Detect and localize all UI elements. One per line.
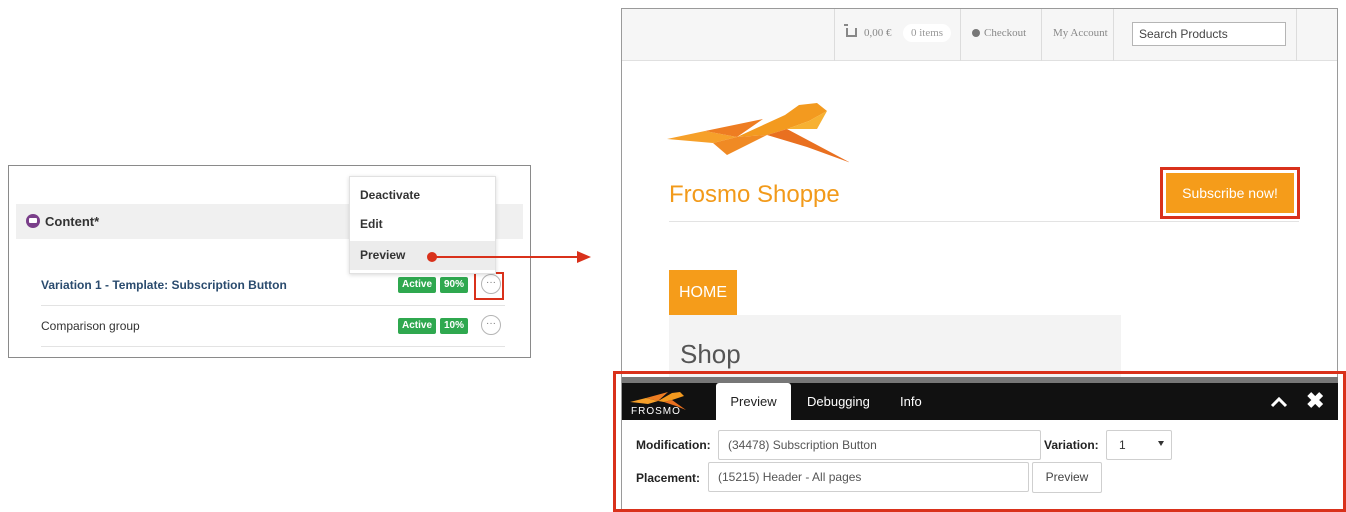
highlight-frame (613, 371, 1346, 512)
comparison-name: Comparison group (41, 319, 140, 333)
divider (834, 9, 835, 61)
status-badge: Active (398, 277, 437, 293)
checkout-icon (972, 29, 980, 37)
checkout-link[interactable]: Checkout (984, 27, 1026, 39)
percentage-badge: 10% (440, 318, 469, 334)
subscribe-button[interactable]: Subscribe now! (1166, 173, 1294, 213)
cart-icon[interactable] (844, 24, 857, 37)
divider (1041, 9, 1042, 61)
content-title: Content* (45, 214, 100, 229)
cart-items[interactable]: 0 items (903, 24, 952, 42)
actions-menu: Deactivate Edit Preview (349, 176, 496, 274)
content-panel: Content* Variation 1 - Template: Subscri… (8, 165, 531, 358)
divider (669, 221, 1299, 222)
divider (960, 9, 961, 61)
divider (1113, 9, 1114, 61)
shop-topbar: 0,00 € 0 items Checkout My Account Searc… (622, 9, 1337, 61)
more-options-button[interactable]: ··· (481, 315, 501, 335)
my-account-link[interactable]: My Account (1053, 27, 1108, 39)
content-icon (26, 214, 40, 228)
nav-home[interactable]: HOME (669, 270, 737, 315)
search-input[interactable]: Search Products (1132, 22, 1286, 46)
arrow-head-icon (577, 251, 591, 263)
cheetah-logo[interactable] (667, 101, 849, 163)
status-badge: Active (398, 318, 437, 334)
shop-heading: Shop (680, 339, 741, 369)
cart-price[interactable]: 0,00 € (864, 27, 892, 39)
percentage-badge: 90% (440, 277, 469, 293)
variation-name[interactable]: Variation 1 - Template: Subscription But… (41, 278, 287, 292)
menu-item-deactivate[interactable]: Deactivate (350, 181, 495, 210)
comparison-row[interactable]: Comparison group Active 10% ··· (41, 307, 505, 347)
shop-title[interactable]: Frosmo Shoppe (669, 181, 840, 209)
divider (1296, 9, 1297, 61)
highlight-frame (474, 272, 504, 300)
menu-item-edit[interactable]: Edit (350, 210, 495, 239)
arrow-line (433, 256, 579, 258)
